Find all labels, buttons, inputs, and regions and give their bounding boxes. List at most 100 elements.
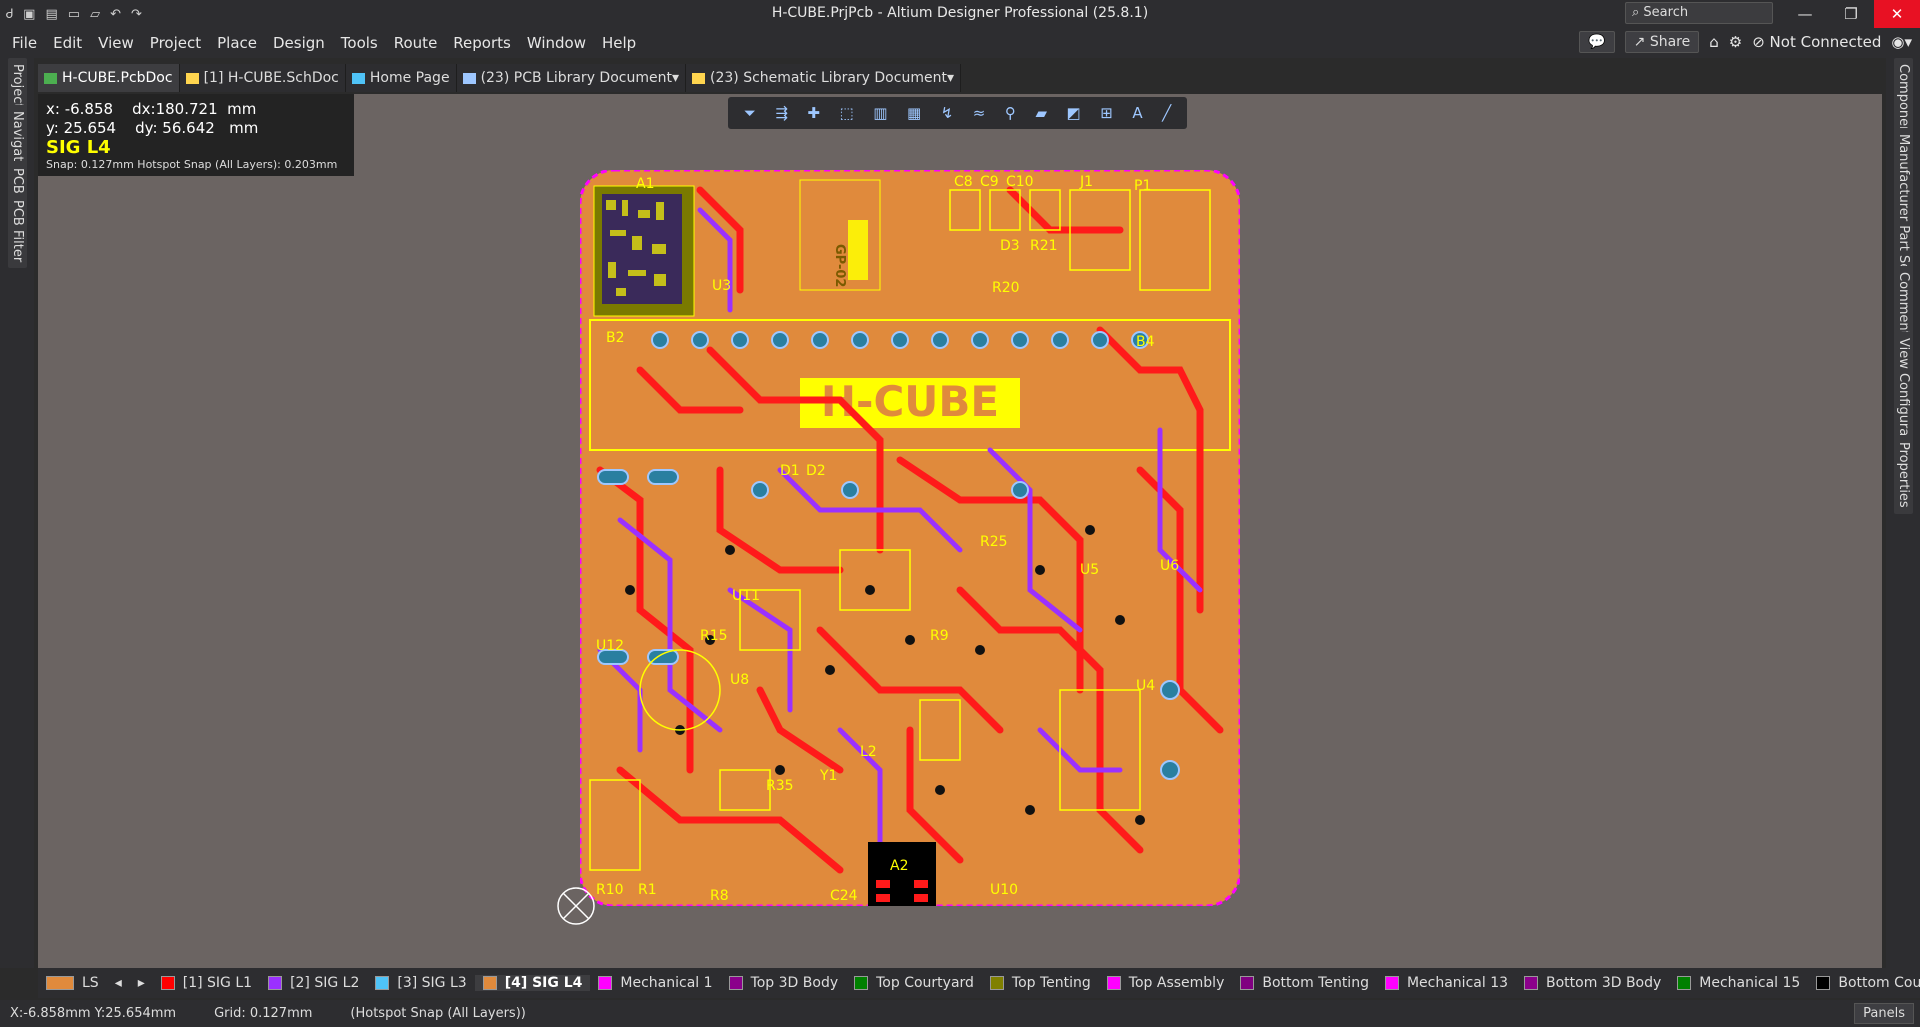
layer-tab[interactable]: Bottom Tenting xyxy=(1232,975,1377,991)
keepout-icon[interactable]: ◩ xyxy=(1067,104,1081,122)
layer-color-swatch xyxy=(989,976,1004,990)
doc-tab-icon xyxy=(185,72,199,84)
hud-snap: Snap: 0.127mm Hotspot Snap (All Layers):… xyxy=(46,158,338,171)
cross-icon[interactable]: ✚ xyxy=(807,104,820,122)
scroll-right-button[interactable]: ▸ xyxy=(130,975,153,991)
chevron-down-icon[interactable]: ▾ xyxy=(672,70,679,86)
menu-tools[interactable]: Tools xyxy=(333,34,386,52)
select-rect-icon[interactable]: ⬚ xyxy=(840,104,854,122)
gear-icon[interactable]: ⚙ xyxy=(1729,33,1742,51)
user-icon[interactable]: ◉▾ xyxy=(1891,33,1912,51)
doc-tab-1[interactable]: [1] H-CUBE.SchDoc xyxy=(179,64,346,92)
home-icon[interactable]: ⌂ xyxy=(1709,33,1719,51)
layer-tab[interactable]: Mechanical 1 xyxy=(590,975,720,991)
layer-label: Bottom Tenting xyxy=(1262,975,1369,991)
connection-status[interactable]: ⊘ Not Connected xyxy=(1752,33,1881,51)
save-icon[interactable]: ▣ xyxy=(23,7,35,22)
restore-button[interactable]: ❐ xyxy=(1828,0,1874,28)
scroll-left-button[interactable]: ◂ xyxy=(107,975,130,991)
label-d1: D1 xyxy=(780,463,800,479)
polygon-icon[interactable]: ▰ xyxy=(1035,104,1047,122)
minimize-button[interactable]: — xyxy=(1782,0,1828,28)
layer-label: [1] SIG L1 xyxy=(182,975,253,991)
chevron-down-icon[interactable]: ▾ xyxy=(947,70,954,86)
close-button[interactable]: ✕ xyxy=(1874,0,1920,28)
undo-icon[interactable]: ↶ xyxy=(110,7,121,22)
active-bar: ⏷ ⇶ ✚ ⬚ ▥ ▦ ↯ ≈ ⚲ ▰ ◩ ⊞ A ╱ xyxy=(728,97,1187,129)
main-menu: File Edit View Project Place Design Tools Route… xyxy=(0,34,644,52)
label-a1: A1 xyxy=(636,176,654,192)
search-input[interactable]: ⌕ Search xyxy=(1625,2,1773,24)
right-tab-properties[interactable]: Properties xyxy=(1894,436,1913,514)
left-tab-pcb-filter[interactable]: PCB Filter xyxy=(8,194,27,269)
label-u8: U8 xyxy=(730,672,749,688)
layer-tab[interactable]: Mechanical 13 xyxy=(1377,975,1516,991)
menu-design[interactable]: Design xyxy=(265,34,333,52)
doc-tab-icon xyxy=(692,72,705,84)
right-panel-tabs: Components Manufacturer Part Search Commen… xyxy=(1886,58,1920,968)
route-interactive-icon[interactable]: ⇶ xyxy=(775,104,788,122)
via-icon[interactable]: ⚲ xyxy=(1005,104,1016,122)
layer-set-button[interactable]: LS xyxy=(38,975,107,991)
menu-bar: File Edit View Project Place Design Tools Route… xyxy=(0,28,1920,58)
label-d3: D3 xyxy=(1000,238,1020,254)
menu-view[interactable]: View xyxy=(90,34,142,52)
align-icon[interactable]: ▥ xyxy=(873,104,887,122)
menu-place[interactable]: Place xyxy=(209,34,265,52)
label-r21: R21 xyxy=(1030,238,1058,254)
layer-tab[interactable]: Bottom Courtyard xyxy=(1808,975,1920,991)
layer-color-swatch xyxy=(1384,976,1399,990)
panels-button[interactable]: Panels xyxy=(1854,1003,1914,1024)
menu-edit[interactable]: Edit xyxy=(45,34,90,52)
doc-tab-2[interactable]: Home Page xyxy=(345,64,457,92)
layer-tab[interactable]: [4] SIG L4 xyxy=(474,975,591,991)
open-icon[interactable]: ▭ xyxy=(68,7,80,22)
layer-tab[interactable]: [2] SIG L2 xyxy=(260,975,367,991)
doc-tab-label: (23) Schematic Library Document xyxy=(710,70,947,86)
label-j1: J1 xyxy=(1079,174,1093,190)
layer-tab[interactable]: Top Courtyard xyxy=(846,975,982,991)
doc-tab-3[interactable]: (23) PCB Library Document ▾ xyxy=(456,64,686,92)
share-button[interactable]: ↗ Share xyxy=(1624,31,1700,53)
title-bar: Ꮷ ▣ ▤ ▭ ▱ ↶ ↷ H-CUBE.PrjPcb - Altium Des… xyxy=(0,0,1920,28)
line-icon[interactable]: ╱ xyxy=(1162,104,1171,122)
save-all-icon[interactable]: ▤ xyxy=(45,7,57,22)
layer-color-swatch xyxy=(728,976,743,990)
layer-tab[interactable]: Top Assembly xyxy=(1099,975,1233,991)
hud-y-line: y: 25.654 dy: 56.642 mm xyxy=(46,119,259,137)
component-icon[interactable]: ▦ xyxy=(907,104,921,122)
label-u10: U10 xyxy=(990,882,1018,898)
app-logo-icon[interactable]: Ꮷ xyxy=(6,7,13,22)
layer-tab[interactable]: Top 3D Body xyxy=(721,975,847,991)
layer-tab[interactable]: [3] SIG L3 xyxy=(367,975,474,991)
menu-file[interactable]: File xyxy=(4,34,45,52)
route-icon[interactable]: ↯ xyxy=(941,104,954,122)
menu-project[interactable]: Project xyxy=(142,34,209,52)
doc-tab-label: [1] H-CUBE.SchDoc xyxy=(203,70,339,86)
text-icon[interactable]: A xyxy=(1132,104,1142,122)
menu-help[interactable]: Help xyxy=(594,34,644,52)
doc-tab-4[interactable]: (23) Schematic Library Document ▾ xyxy=(686,64,961,92)
status-coords: X:-6.858mm Y:25.654mm xyxy=(10,1006,177,1021)
pcb-board[interactable]: H-CUBE A1 A2 U3 D3 R20 C8 C9 C10 P1 U12 … xyxy=(578,168,1242,908)
diff-pair-icon[interactable]: ≈ xyxy=(973,104,986,122)
label-d2: D2 xyxy=(806,463,826,479)
layer-tab[interactable]: Mechanical 15 xyxy=(1669,975,1808,991)
menu-window[interactable]: Window xyxy=(519,34,594,52)
menu-reports[interactable]: Reports xyxy=(445,34,519,52)
left-panel-tabs: Projects Navigator PCB PCB Filter xyxy=(0,58,34,968)
label-u11: U11 xyxy=(732,588,760,604)
redo-icon[interactable]: ↷ xyxy=(131,7,142,22)
filter-icon[interactable]: ⏷ xyxy=(744,104,756,122)
layer-tab[interactable]: Bottom 3D Body xyxy=(1516,975,1669,991)
doc-tab-0[interactable]: H-CUBE.PcbDoc xyxy=(38,64,180,92)
layer-tab[interactable]: [1] SIG L1 xyxy=(153,975,260,991)
label-r15: R15 xyxy=(700,628,728,644)
feedback-button[interactable]: 💬 xyxy=(1579,31,1615,53)
dimension-icon[interactable]: ⊞ xyxy=(1100,104,1113,122)
layer-color-swatch xyxy=(854,976,869,990)
open-project-icon[interactable]: ▱ xyxy=(90,7,100,22)
label-a2: A2 xyxy=(890,858,908,874)
layer-tab[interactable]: Top Tenting xyxy=(982,975,1099,991)
menu-route[interactable]: Route xyxy=(386,34,446,52)
